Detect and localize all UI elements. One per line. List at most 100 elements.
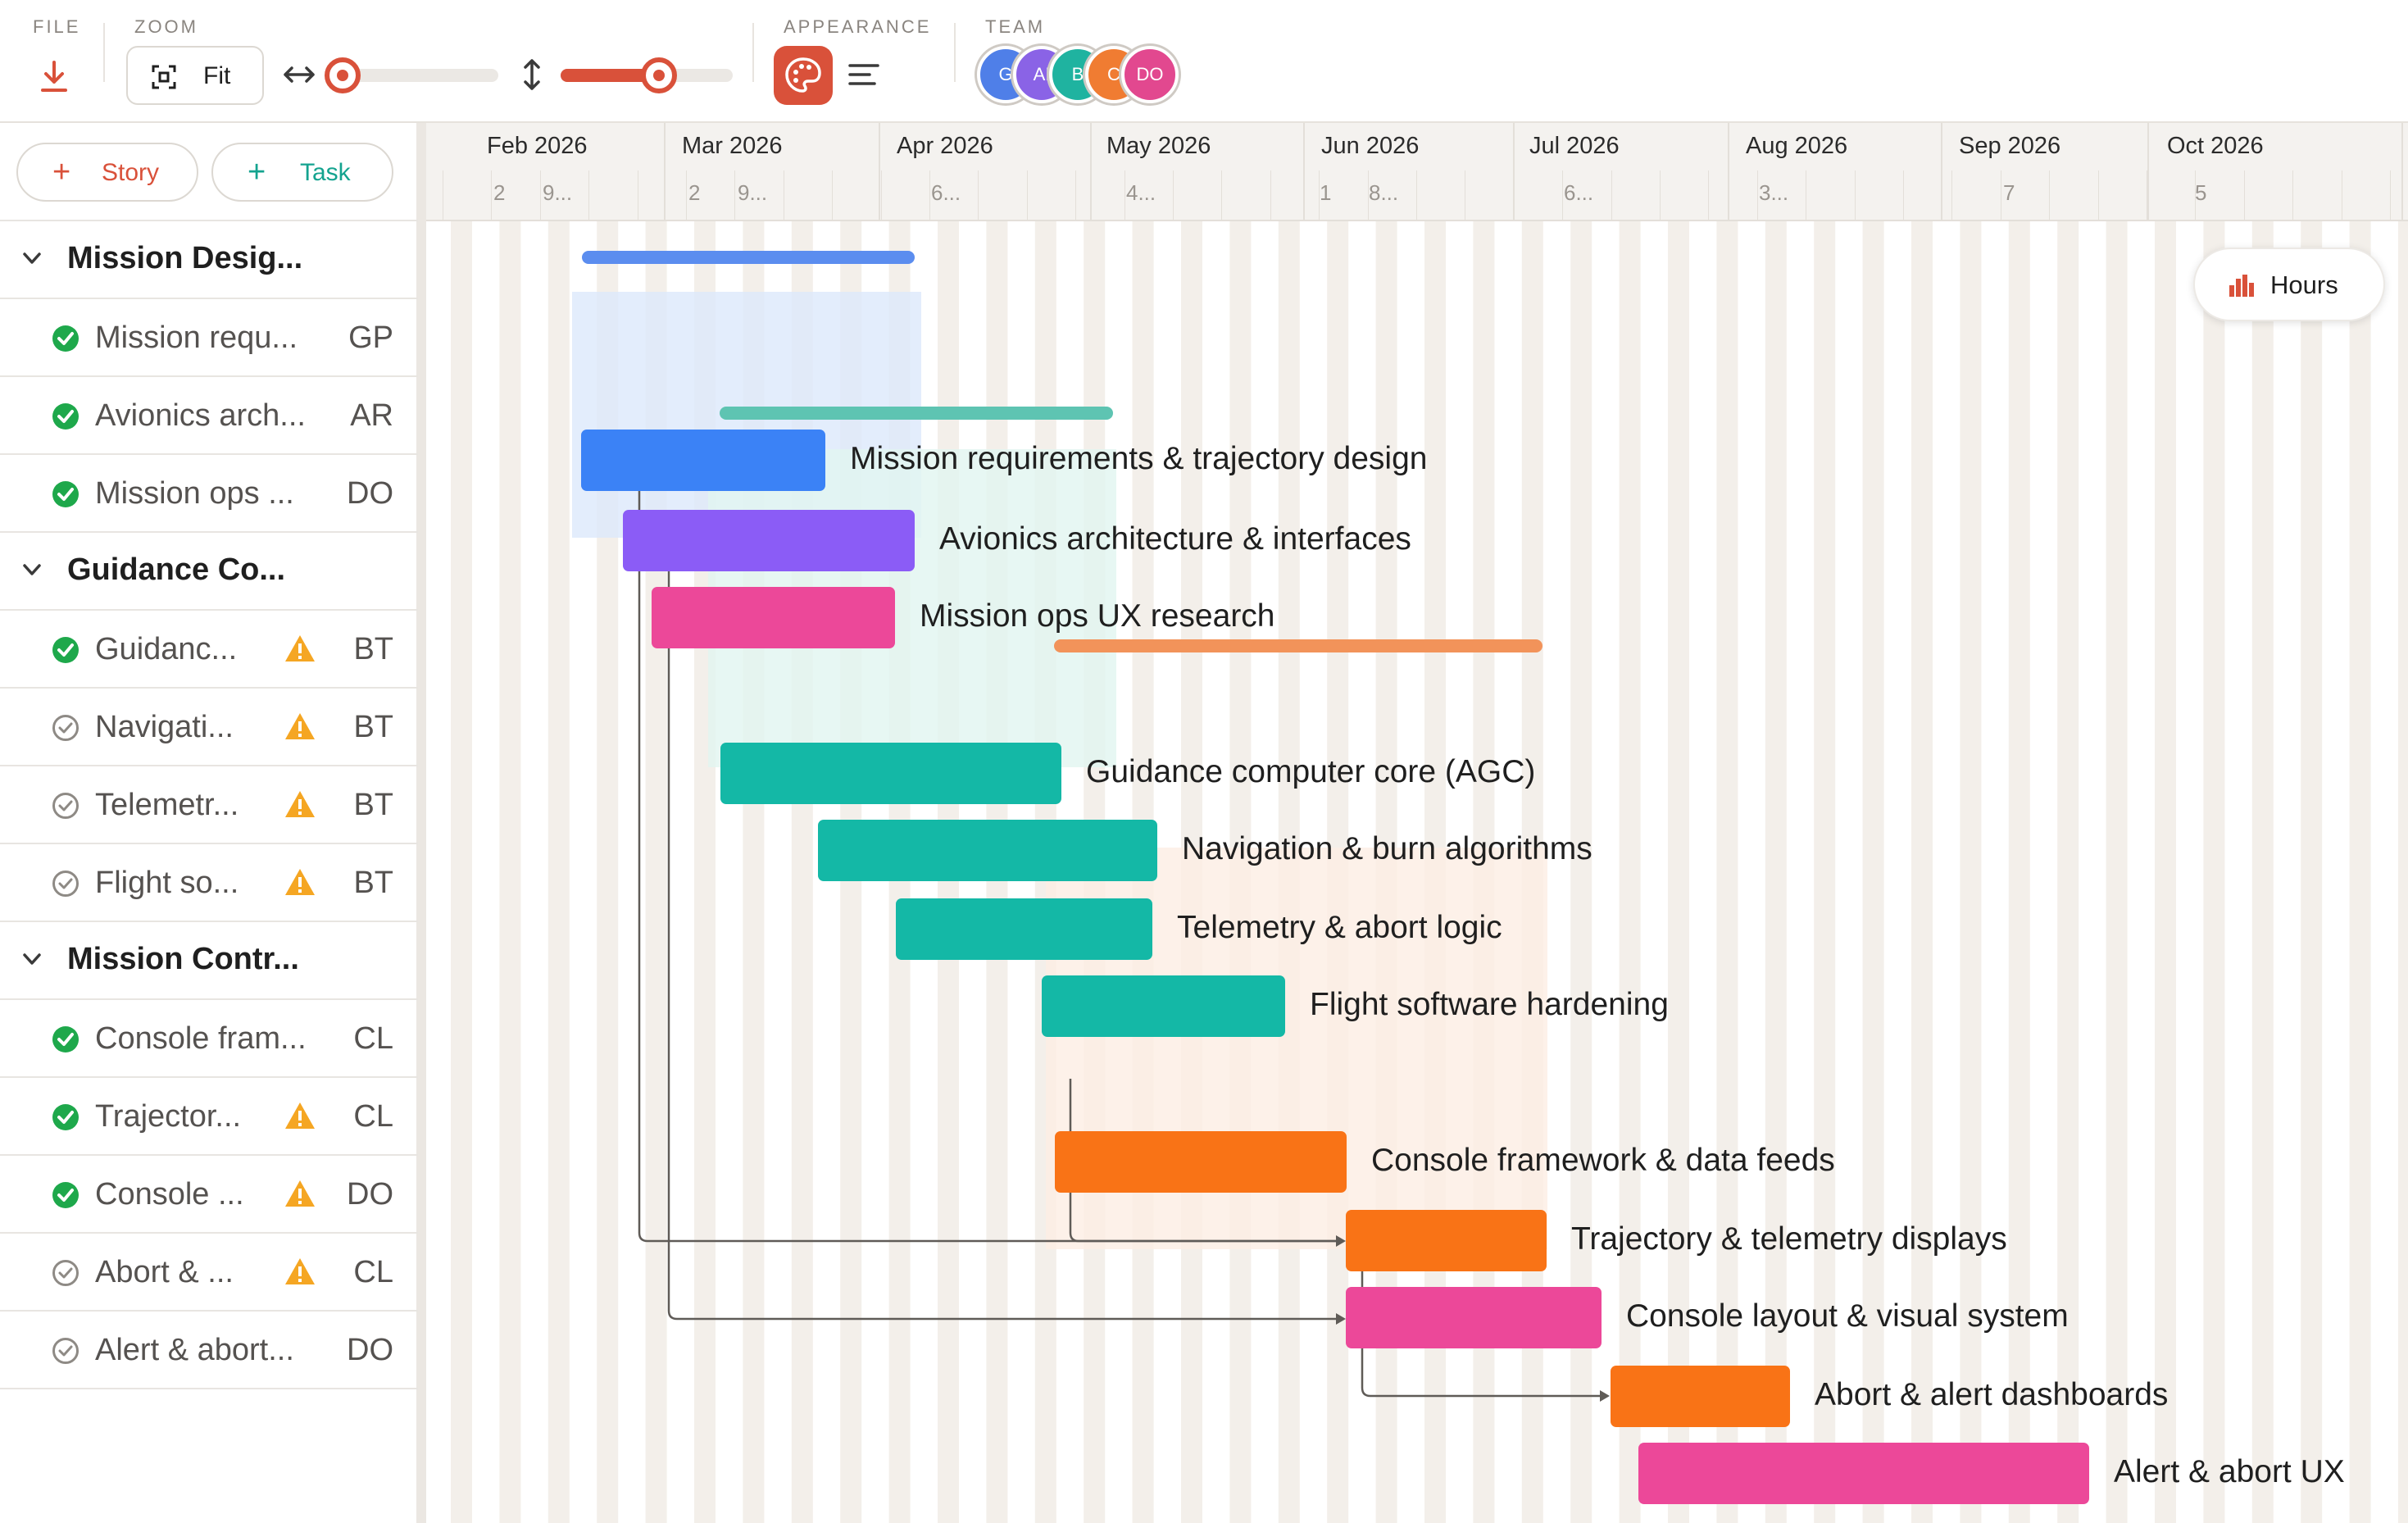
task-name: Avionics arch... [95,398,306,433]
group-summary-bar[interactable] [720,407,1113,420]
task-bar-label: Console layout & visual system [1626,1298,2069,1334]
task-bar[interactable] [720,743,1061,804]
task-owner: BT [353,710,393,744]
dependency-arrowhead [1336,1313,1346,1325]
task-bar[interactable] [818,820,1157,881]
check-circle-icon[interactable] [51,1102,80,1132]
task-name: Console ... [95,1177,244,1212]
task-row[interactable]: Alert & abort... DO [0,1312,418,1389]
task-bar[interactable] [1346,1210,1547,1271]
task-name: Guidanc... [95,632,238,666]
task-row[interactable]: Console ... DO [0,1156,418,1234]
horizontal-zoom-handle[interactable] [325,57,361,93]
task-bar[interactable] [652,587,895,648]
fit-button[interactable]: Fit [126,46,264,105]
check-circle-icon[interactable] [51,635,80,665]
horizontal-resize-icon [282,61,316,89]
task-owner: CL [353,1099,393,1134]
task-name: Abort & ... [95,1255,234,1289]
toolbar: FILE ZOOM Fit APPEARANCE TEAM G AI B C DO [0,0,2408,123]
chevron-down-icon[interactable] [20,246,44,271]
task-row[interactable]: Avionics arch... AR [0,377,418,455]
task-row[interactable]: Guidanc... BT [0,611,418,689]
task-bar[interactable] [1055,1131,1347,1193]
task-bar[interactable] [896,898,1152,960]
dependency-arrowhead [1600,1390,1610,1402]
chevron-down-icon[interactable] [20,557,44,582]
task-bar[interactable] [1611,1366,1790,1427]
vertical-resize-icon [518,57,546,92]
task-bar[interactable] [581,430,825,491]
palette-button[interactable] [774,46,833,105]
task-bar-label: Mission requirements & trajectory design [850,441,1428,476]
group-summary-bar[interactable] [582,251,915,264]
check-circle-icon[interactable] [51,1025,80,1054]
pending-check-icon[interactable] [51,1258,80,1288]
task-row[interactable]: Trajector... CL [0,1078,418,1156]
task-name: Flight so... [95,866,239,900]
pending-check-icon[interactable] [51,713,80,743]
task-name: Telemetr... [95,788,239,822]
group-row[interactable]: Mission Desig... [0,221,418,299]
task-row[interactable]: Telemetr... BT [0,766,418,844]
add-story-button[interactable]: + Story [16,143,198,202]
palette-icon [785,57,821,93]
warning-icon [285,1102,315,1129]
task-owner: GP [348,321,393,355]
task-bar[interactable] [1638,1443,2089,1504]
task-row[interactable]: Mission requ... GP [0,299,418,377]
task-name: Trajector... [95,1099,242,1134]
zoom-label: ZOOM [134,16,198,37]
gantt-timeline[interactable]: Feb 2026 Mar 2026 Apr 2026 May 2026 Jun 2026… [426,123,2408,1523]
group-name: Mission Contr... [67,942,299,976]
bar-chart-icon [2229,275,2254,297]
warning-icon [285,713,315,739]
group-row[interactable]: Guidance Co... [0,533,418,611]
check-circle-icon[interactable] [51,324,80,353]
chevron-down-icon[interactable] [20,947,44,971]
toolbar-divider [103,23,105,82]
hours-label: Hours [2270,271,2338,299]
check-circle-icon[interactable] [51,402,80,431]
task-owner: AR [350,398,393,433]
group-name: Mission Desig... [67,241,303,275]
plus-icon: + [248,155,266,189]
horizontal-zoom-slider[interactable] [325,57,498,93]
task-row[interactable]: Console fram... CL [0,1000,418,1078]
check-circle-icon[interactable] [51,1180,80,1210]
check-circle-icon[interactable] [51,480,80,509]
add-task-button[interactable]: + Task [211,143,393,202]
group-summary-bar[interactable] [1054,639,1542,652]
task-bar[interactable] [1346,1287,1602,1348]
task-row[interactable]: Flight so... BT [0,844,418,922]
task-owner: CL [353,1255,393,1289]
task-bar-label: Navigation & burn algorithms [1182,831,1592,866]
pending-check-icon[interactable] [51,869,80,898]
task-row[interactable]: Abort & ... CL [0,1234,418,1312]
hours-toggle-button[interactable]: Hours [2193,248,2385,321]
task-bar[interactable] [1042,975,1285,1037]
team-avatar[interactable]: DO [1121,46,1179,103]
group-row[interactable]: Mission Contr... [0,922,418,1000]
download-icon[interactable] [38,59,70,93]
task-owner: BT [353,788,393,822]
task-owner: CL [353,1021,393,1056]
task-bar[interactable] [623,510,915,571]
warning-icon [285,635,315,661]
pending-check-icon[interactable] [51,791,80,821]
task-bar-label: Flight software hardening [1310,987,1669,1022]
task-row[interactable]: Navigati... BT [0,689,418,766]
task-bar-label: Avionics architecture & interfaces [939,521,1411,557]
task-bar-label: Mission ops UX research [920,598,1275,634]
appearance-label: APPEARANCE [784,16,932,37]
task-name: Mission ops ... [95,476,294,511]
task-owner: DO [347,476,393,511]
task-row[interactable]: Mission ops ... DO [0,455,418,533]
pending-check-icon[interactable] [51,1336,80,1366]
vertical-zoom-handle[interactable] [640,57,677,93]
align-left-icon[interactable] [847,62,880,87]
task-name: Console fram... [95,1021,307,1056]
vertical-zoom-slider[interactable] [561,57,733,93]
task-owner: BT [353,632,393,666]
toolbar-divider [954,23,956,82]
